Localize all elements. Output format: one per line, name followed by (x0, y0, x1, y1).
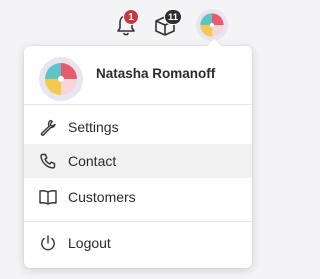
menu-item-settings[interactable]: Settings (24, 110, 252, 144)
wrench-icon (38, 117, 58, 137)
top-bar: 1 11 (0, 0, 250, 44)
user-dropdown-menu: Natasha Romanoff Settings Contact Custom… (24, 39, 252, 268)
profile-avatar (39, 57, 83, 101)
user-avatar-button[interactable] (196, 9, 228, 41)
menu-item-label: Customers (68, 189, 136, 205)
phone-icon (38, 151, 58, 171)
book-icon (38, 187, 58, 207)
power-icon (38, 233, 58, 253)
logout-button[interactable]: Logout (24, 226, 252, 260)
beach-ball-avatar-icon (196, 9, 228, 41)
divider (24, 221, 252, 222)
beach-ball-avatar-icon (39, 57, 83, 101)
logout-label: Logout (68, 235, 111, 251)
menu-item-customers[interactable]: Customers (24, 180, 252, 214)
notification-count-badge: 1 (123, 9, 139, 25)
menu-item-contact[interactable]: Contact (24, 144, 252, 178)
user-name: Natasha Romanoff (96, 66, 216, 81)
profile-header: Natasha Romanoff (24, 46, 252, 104)
packages-count-badge: 11 (164, 9, 183, 25)
menu-item-label: Settings (68, 119, 119, 135)
divider (24, 104, 252, 105)
menu-item-label: Contact (68, 153, 117, 169)
